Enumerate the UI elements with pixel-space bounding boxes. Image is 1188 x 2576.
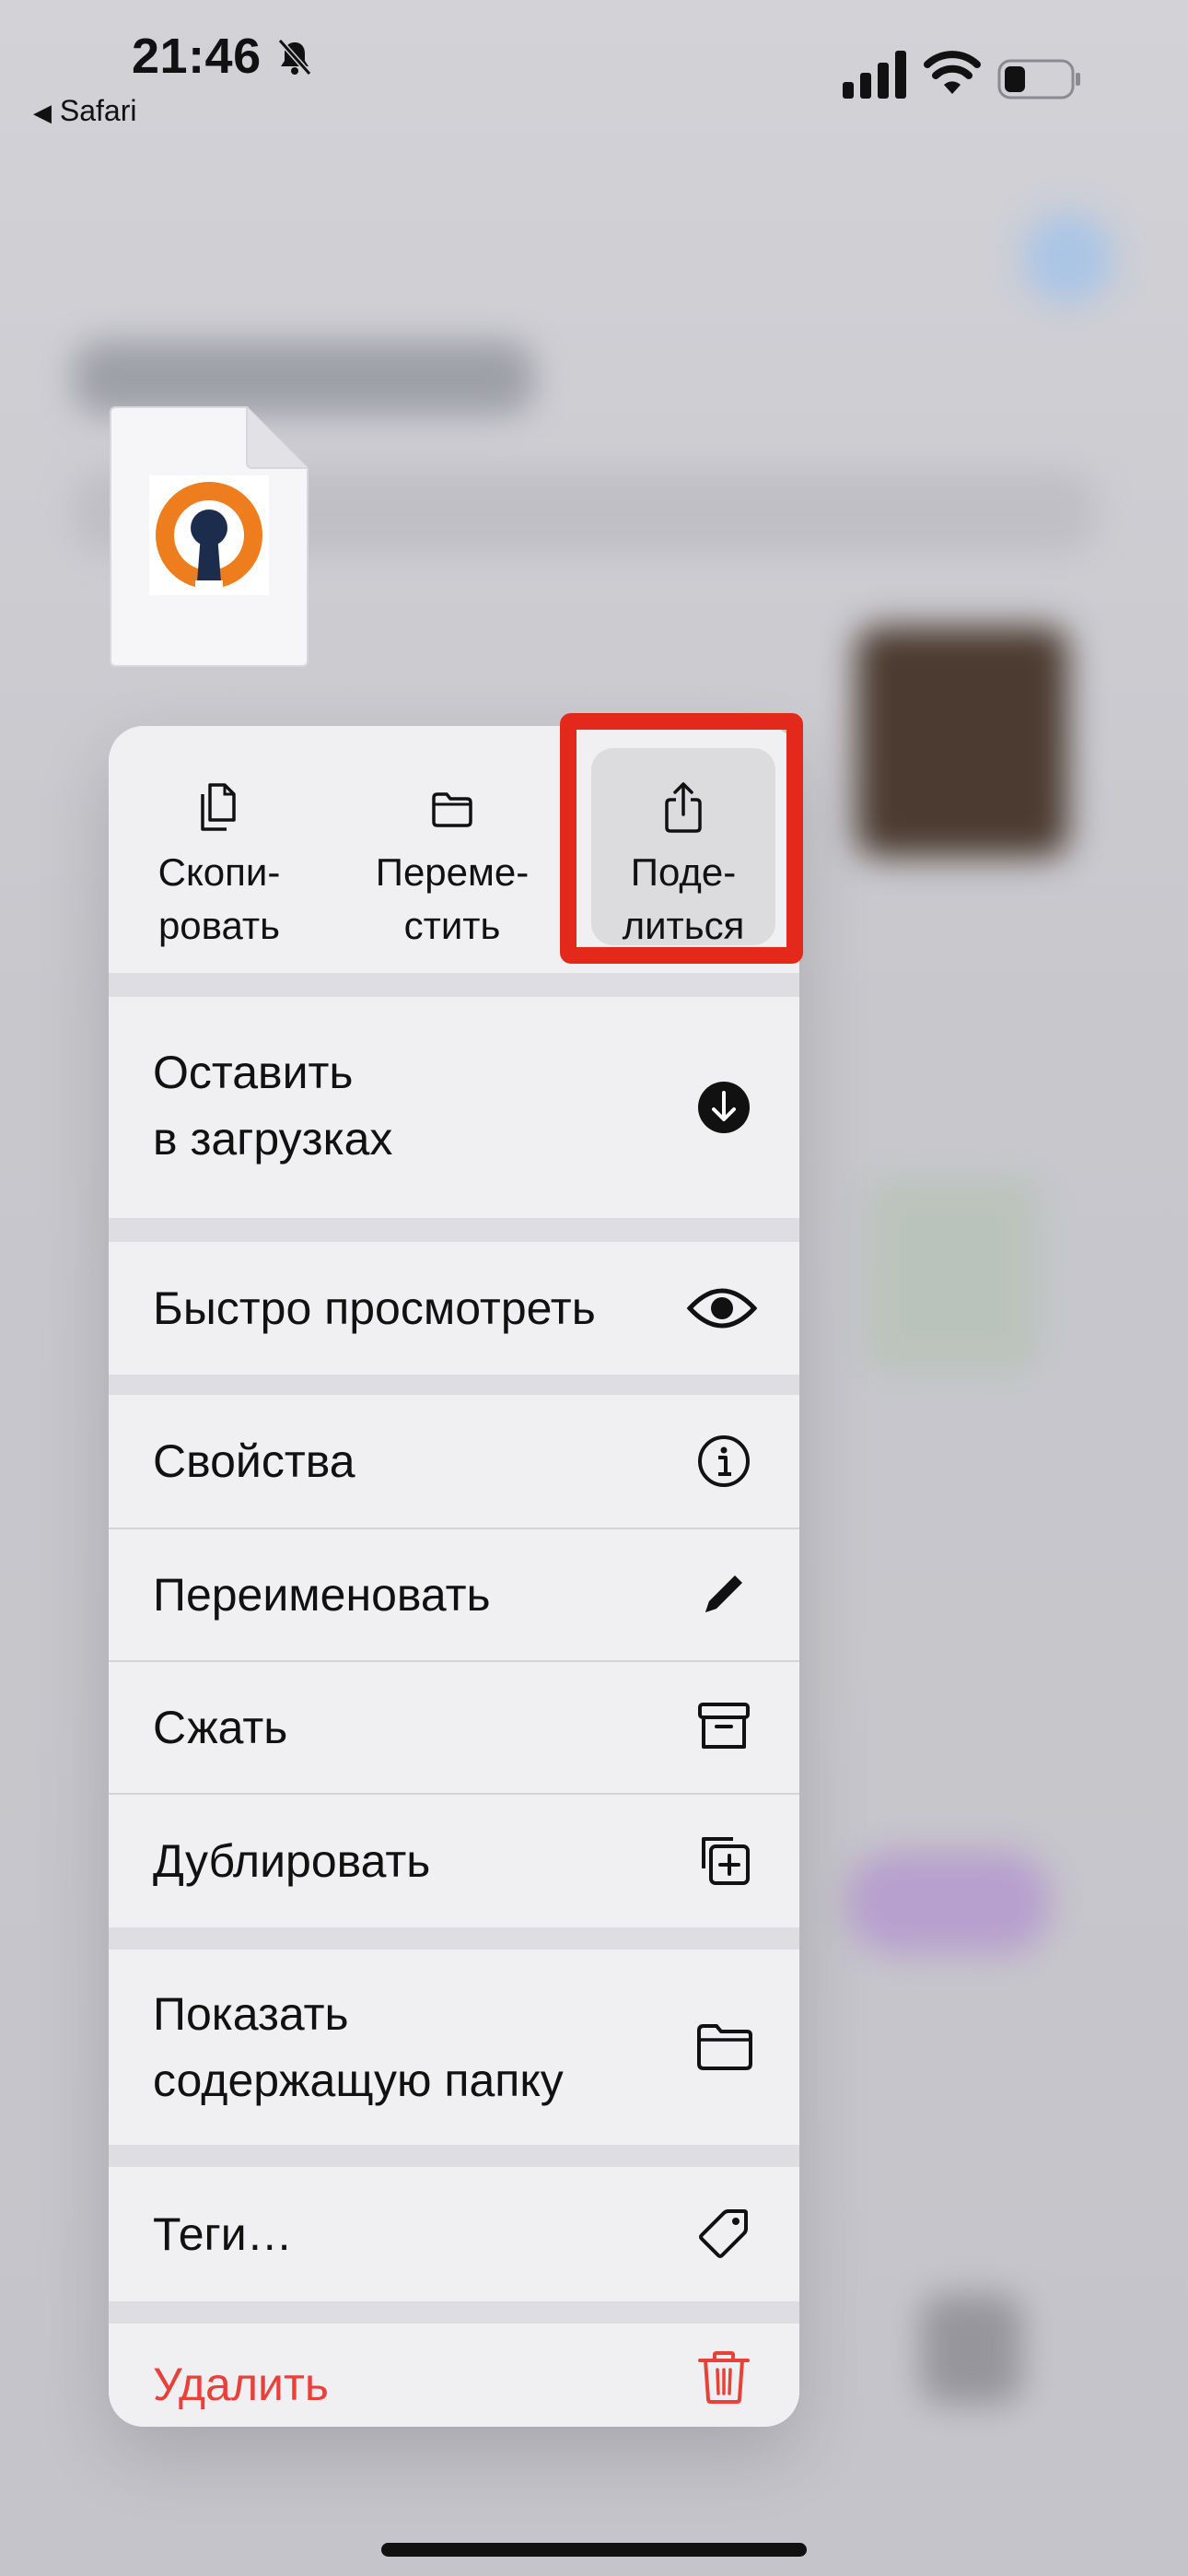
group-separator — [109, 2301, 799, 2324]
keep-downloaded-item[interactable]: Оставить в загрузках — [109, 997, 799, 1218]
blurred-title — [74, 341, 534, 415]
wifi-icon — [924, 51, 981, 94]
download-circle-icon — [698, 1082, 750, 1133]
folder-icon — [432, 792, 472, 827]
trash-icon — [698, 2351, 750, 2404]
tags-label: Теги… — [153, 2208, 293, 2260]
group-separator — [109, 2145, 799, 2167]
show-enclosing-folder-item[interactable]: Показать содержащую папку — [109, 1950, 799, 2145]
delete-item[interactable]: Удалить — [109, 2324, 799, 2427]
share-highlight-box — [560, 713, 803, 964]
delete-label: Удалить — [153, 2359, 329, 2410]
move-label: Переме- стить — [375, 850, 530, 947]
duplicate-label: Дублировать — [153, 1835, 431, 1887]
blurred-thumb-2 — [866, 1179, 1041, 1373]
pencil-icon — [705, 1575, 742, 1612]
duplicate-item[interactable]: Дублировать — [109, 1795, 799, 1927]
show-enclosing-folder-label: Показать содержащую папку — [153, 1988, 564, 2106]
tags-item[interactable]: Теги… — [109, 2167, 799, 2301]
group-separator — [109, 973, 799, 997]
quick-look-item[interactable]: Быстро просмотреть — [109, 1242, 799, 1375]
openvpn-file-icon — [110, 406, 309, 667]
group-separator — [109, 1375, 799, 1395]
status-bar: 21:46 ◀ Safari — [0, 0, 1188, 138]
blurred-thumb-1 — [856, 626, 1068, 857]
home-indicator[interactable] — [381, 2543, 807, 2557]
move-button[interactable]: Переме- стить — [360, 748, 544, 947]
group-separator — [109, 1927, 799, 1950]
battery-icon — [997, 59, 1080, 100]
eye-icon — [687, 1288, 757, 1329]
properties-item[interactable]: Свойства — [109, 1395, 799, 1528]
cellular-signal-icon — [843, 51, 906, 99]
copy-button[interactable]: Скопи- ровать — [127, 748, 311, 947]
keep-downloaded-label: Оставить в загрузках — [153, 1047, 393, 1165]
rename-label: Переименовать — [153, 1569, 491, 1621]
back-triangle-icon: ◀ — [33, 99, 52, 126]
compress-item[interactable]: Сжать — [109, 1662, 799, 1793]
archive-box-icon — [698, 1703, 750, 1749]
status-time: 21:46 — [132, 29, 262, 84]
compress-label: Сжать — [153, 1702, 288, 1753]
properties-label: Свойства — [153, 1435, 355, 1487]
blurred-avatar — [1022, 212, 1114, 304]
copy-documents-icon — [201, 783, 236, 831]
copy-label: Скопи- ровать — [157, 850, 281, 947]
back-to-app[interactable]: ◀ Safari — [33, 94, 136, 128]
blurred-thumb-3 — [847, 1852, 1050, 1953]
tag-icon — [699, 2209, 748, 2258]
blurred-thumb-4 — [921, 2294, 1022, 2405]
info-icon — [698, 1435, 750, 1487]
group-separator — [109, 1218, 799, 1242]
quick-look-label: Быстро просмотреть — [153, 1282, 596, 1334]
rename-item[interactable]: Переименовать — [109, 1529, 799, 1660]
bell-slash-icon — [277, 39, 312, 76]
context-menu: Скопи- ровать Переме- стить Поде- литься… — [109, 726, 799, 2427]
back-app-label: Safari — [59, 94, 137, 127]
folder-icon — [697, 2024, 752, 2070]
duplicate-icon — [702, 1837, 750, 1885]
